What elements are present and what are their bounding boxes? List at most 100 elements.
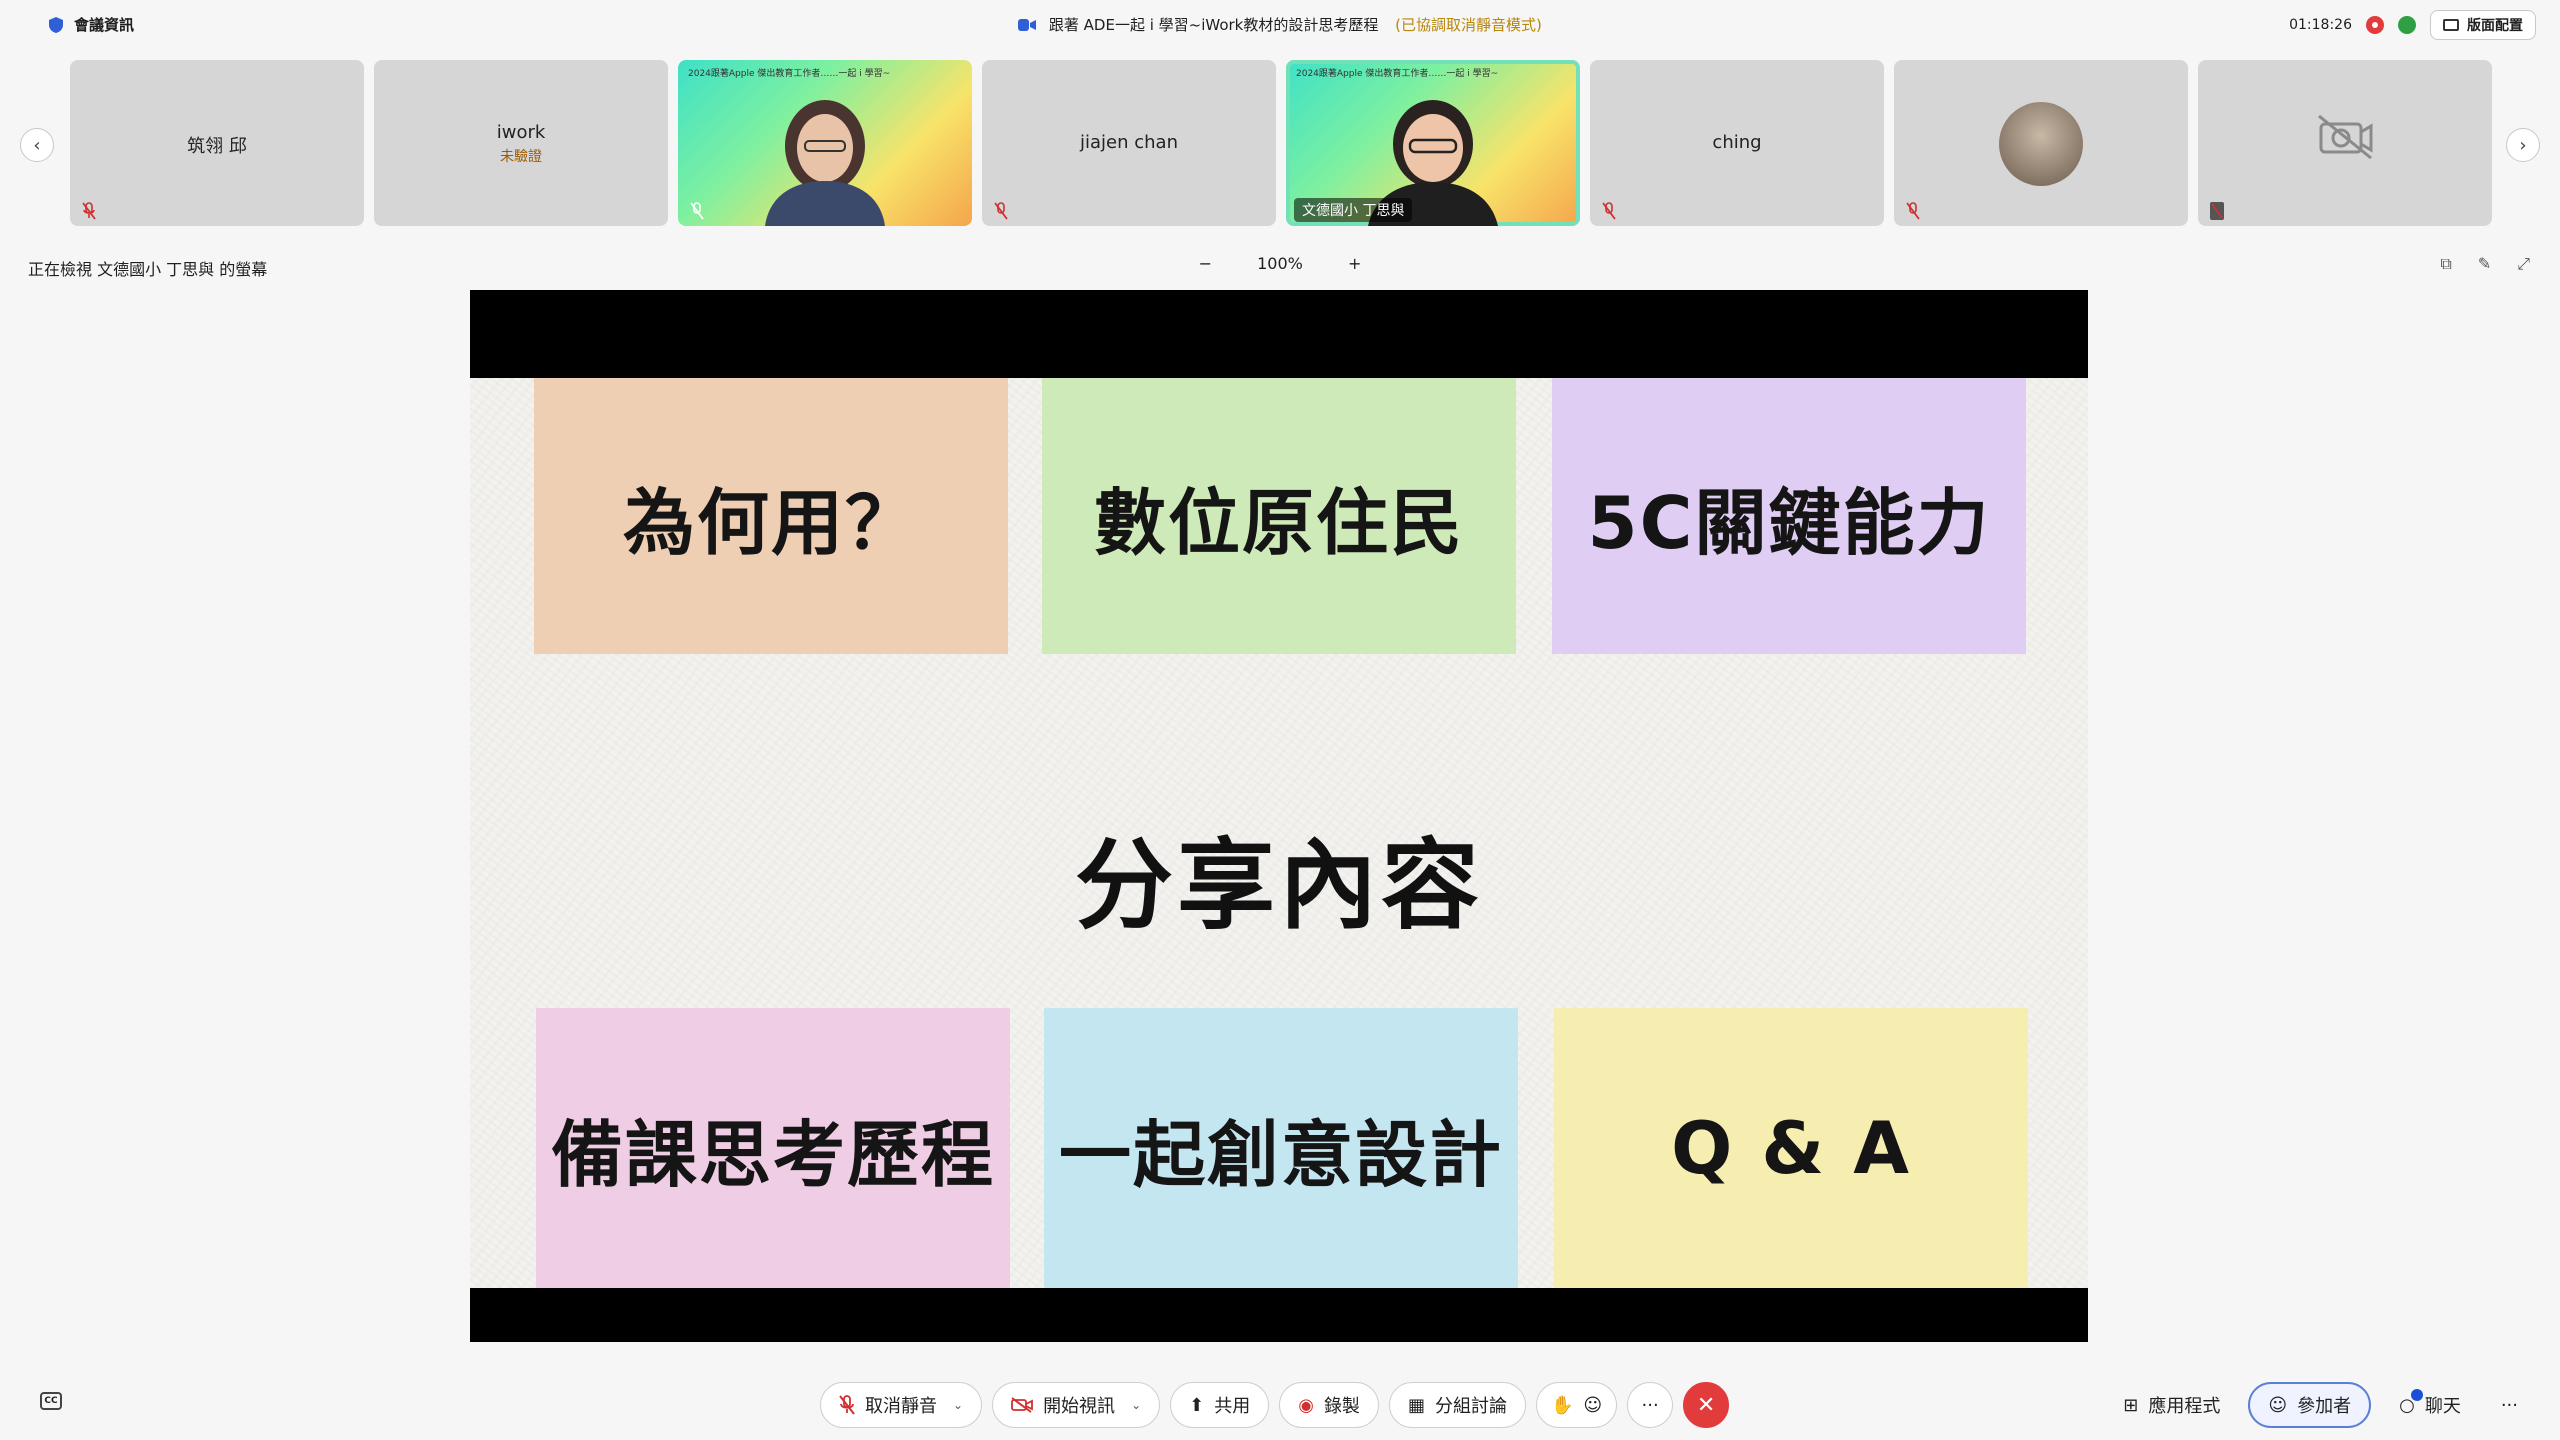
breakout-label: 分組討論	[1434, 1396, 1507, 1417]
meeting-toolbar: CC 取消靜音 ⌄ 開始視訊 ⌄ ⬆ 共用 ◉ 錄製 ▦ 分組討論 ✋ ☺ ··…	[0, 1380, 2560, 1430]
camera-off-icon	[2318, 114, 2373, 160]
mic-muted-icon	[1906, 202, 1920, 220]
captions-button[interactable]: CC	[40, 1392, 62, 1410]
person-icon: ☺	[2268, 1394, 2288, 1416]
apps-label: 應用程式	[2148, 1396, 2221, 1417]
slide-card-text: 一起創意設計	[1058, 1112, 1503, 1197]
avatar	[1999, 102, 2083, 186]
start-video-button[interactable]: 開始視訊 ⌄	[992, 1382, 1161, 1428]
person-video-icon	[765, 100, 885, 226]
slide-card: 數位原住民	[1042, 378, 1516, 654]
participant-name: iwork	[496, 122, 546, 143]
slide-card-text: 備課思考歷程	[550, 1112, 995, 1197]
start-video-label: 開始視訊	[1043, 1396, 1116, 1417]
video-off-icon	[1011, 1397, 1033, 1413]
chevron-down-icon[interactable]: ⌄	[953, 1398, 963, 1412]
annotate-icon[interactable]: ✎	[2478, 254, 2491, 274]
end-call-button[interactable]: ✕	[1683, 1382, 1730, 1428]
chevron-left-icon: ‹	[33, 134, 41, 156]
mic-muted-icon	[2210, 202, 2224, 220]
raise-hand-icon[interactable]: ✋	[1551, 1395, 1573, 1416]
record-button[interactable]: ◉ 錄製	[1279, 1382, 1379, 1428]
emoji-reaction-icon[interactable]: ☺	[1583, 1395, 1602, 1416]
breakout-grid-icon: ▦	[1407, 1394, 1425, 1416]
chat-button[interactable]: ○ 聊天	[2387, 1382, 2473, 1428]
slide-card: 一起創意設計	[1044, 1008, 1518, 1288]
recording-indicator-icon[interactable]	[2366, 16, 2384, 34]
participant-name: jiajen chan	[1080, 132, 1178, 153]
chevron-right-icon: ›	[2519, 134, 2527, 156]
slide-card: 5C關鍵能力	[1552, 378, 2026, 654]
slide-card: 備課思考歷程	[536, 1008, 1010, 1288]
zoom-in-button[interactable]: +	[1348, 254, 1361, 273]
zoom-logo-icon	[1018, 19, 1037, 31]
participant-tile[interactable]: ching	[1590, 60, 1884, 226]
participant-name: 文德國小 丁思與	[1294, 198, 1413, 222]
top-bar: 會議資訊 跟著 ADE一起 i 學習~iWork教材的設計思考歷程 (已協調取消…	[0, 0, 2560, 52]
meeting-title-text: 跟著 ADE一起 i 學習~iWork教材的設計思考歷程	[1048, 16, 1379, 34]
participants-button[interactable]: ☺ 參加者	[2248, 1382, 2372, 1428]
mic-muted-icon	[690, 202, 704, 220]
unmute-label: 取消靜音	[865, 1396, 937, 1417]
mic-muted-icon	[82, 202, 96, 220]
meeting-title: 跟著 ADE一起 i 學習~iWork教材的設計思考歷程 (已協調取消靜音模式)	[0, 14, 2560, 35]
slide-card-text: 為何用？	[622, 480, 919, 565]
toolbar-center: 取消靜音 ⌄ 開始視訊 ⌄ ⬆ 共用 ◉ 錄製 ▦ 分組討論 ✋ ☺ ··· ✕	[820, 1382, 1730, 1428]
participant-tile[interactable]: iwork 未驗證	[374, 60, 668, 226]
meeting-timer: 01:18:26	[2289, 17, 2352, 33]
zoom-out-button[interactable]: −	[1199, 254, 1212, 273]
participant-tile[interactable]	[1894, 60, 2188, 226]
slide-card: 為何用？	[534, 378, 1008, 654]
unverified-badge: 未驗證	[500, 149, 542, 165]
mute-mode-note: (已協調取消靜音模式)	[1395, 16, 1542, 34]
chat-label: 聊天	[2424, 1396, 2461, 1417]
layout-button[interactable]: 版面配置	[2430, 10, 2536, 40]
breakout-rooms-button[interactable]: ▦ 分組討論	[1388, 1382, 1526, 1428]
top-right-controls: 01:18:26 版面配置	[2289, 10, 2536, 40]
record-label: 錄製	[1323, 1396, 1360, 1417]
gallery-prev-button[interactable]: ‹	[20, 128, 54, 162]
zoom-level: 100%	[1257, 254, 1303, 273]
layout-button-label: 版面配置	[2467, 18, 2523, 34]
video-banner: 2024跟著Apple 傑出教育工作者……一起 i 學習~	[1296, 69, 1499, 79]
slide-card: Q & A	[1554, 1008, 2028, 1288]
share-tools: ⧉ ✎ ⤢	[2440, 254, 2530, 274]
participant-tile[interactable]	[2198, 60, 2492, 226]
close-icon: ✕	[1696, 1392, 1716, 1418]
slide-card-text: 數位原住民	[1093, 480, 1464, 565]
mic-muted-icon	[994, 202, 1008, 220]
apps-button[interactable]: ⊞ 應用程式	[2111, 1382, 2232, 1428]
slide-card-text: 5C關鍵能力	[1587, 480, 1991, 565]
chevron-down-icon[interactable]: ⌄	[1131, 1398, 1141, 1412]
apps-icon: ⊞	[2123, 1394, 2139, 1416]
participant-tile[interactable]: 筑翎 邱	[70, 60, 364, 226]
reactions-group: ✋ ☺	[1535, 1382, 1618, 1428]
participant-tile[interactable]: jiajen chan	[982, 60, 1276, 226]
participant-gallery: 筑翎 邱 iwork 未驗證 2024跟著Apple 傑出教育工作者……一起 i…	[70, 60, 2492, 226]
gallery-next-button[interactable]: ›	[2506, 128, 2540, 162]
share-screen-icon: ⬆	[1189, 1394, 1205, 1416]
record-icon: ◉	[1298, 1394, 1314, 1416]
share-button[interactable]: ⬆ 共用	[1170, 1382, 1270, 1428]
toolbar-right: ⊞ 應用程式 ☺ 參加者 ○ 聊天 ···	[2111, 1382, 2530, 1428]
mic-muted-icon	[1602, 202, 1616, 220]
participants-label: 參加者	[2297, 1396, 2352, 1417]
video-banner: 2024跟著Apple 傑出教育工作者……一起 i 學習~	[688, 69, 891, 79]
remote-control-icon[interactable]: ⧉	[2440, 254, 2451, 274]
mic-muted-icon	[839, 1395, 855, 1415]
shared-screen: 為何用？ 數位原住民 5C關鍵能力 分享內容 備課思考歷程 一起創意設計 Q &…	[470, 290, 2088, 1342]
unmute-button[interactable]: 取消靜音 ⌄	[820, 1382, 983, 1428]
participant-video-tile[interactable]: 2024跟著Apple 傑出教育工作者……一起 i 學習~	[678, 60, 972, 226]
slide-title: 分享內容	[1074, 829, 1483, 943]
connection-signal-icon[interactable]	[2398, 16, 2416, 34]
chat-bubble-icon: ○	[2399, 1388, 2423, 1416]
participant-name: ching	[1712, 132, 1762, 153]
more-right-button[interactable]: ···	[2489, 1382, 2530, 1428]
screen-share-bar: 正在檢視 文德國小 丁思與 的螢幕 − 100% + ⧉ ✎ ⤢	[0, 250, 2560, 282]
participant-name: 筑翎 邱	[187, 136, 247, 157]
share-label: 共用	[1214, 1396, 1251, 1417]
slide-canvas: 為何用？ 數位原住民 5C關鍵能力 分享內容 備課思考歷程 一起創意設計 Q &…	[470, 378, 2088, 1288]
more-options-button[interactable]: ···	[1627, 1382, 1674, 1428]
fullscreen-icon[interactable]: ⤢	[2517, 254, 2530, 274]
active-speaker-tile[interactable]: 2024跟著Apple 傑出教育工作者……一起 i 學習~ 文德國小 丁思與	[1286, 60, 1580, 226]
